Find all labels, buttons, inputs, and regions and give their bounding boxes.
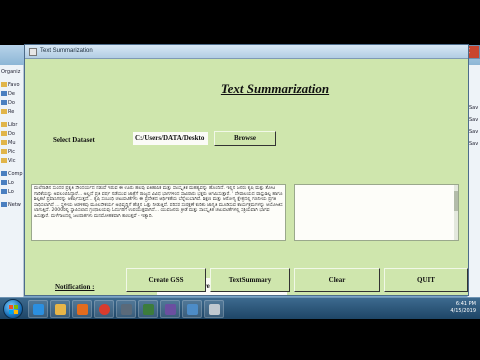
clock[interactable]: 6:41 PM 4/15/2019 (450, 301, 476, 315)
summary-text-area[interactable] (294, 184, 459, 241)
chrome-icon (99, 304, 110, 315)
select-dataset-label: Select Dataset (53, 136, 95, 144)
internet-explorer-icon (33, 304, 44, 315)
nav-item-local-disk[interactable]: Lo (1, 179, 23, 187)
music-icon (1, 140, 7, 145)
taskbar-chrome[interactable] (94, 300, 114, 318)
desktop-icon (1, 91, 7, 96)
taskbar-app[interactable] (182, 300, 202, 318)
quit-button[interactable]: QUIT (384, 268, 468, 292)
clear-button[interactable]: Clear (294, 268, 380, 292)
taskbar-app[interactable] (138, 300, 158, 318)
system-tray[interactable]: 6:41 PM 4/15/2019 (436, 298, 480, 320)
nav-item-favorites[interactable]: Favo (1, 81, 23, 89)
create-gss-button[interactable]: Create GSS (126, 268, 206, 292)
nav-item-pictures[interactable]: Pic (1, 148, 23, 156)
nav-item-local-disk[interactable]: Lo (1, 188, 23, 196)
windows-logo-icon (9, 305, 18, 314)
file-type-label: Sav (469, 141, 479, 147)
nav-item-label: Lo (8, 180, 14, 186)
nav-item-label: De (8, 91, 15, 97)
nav-item-label: Vic (8, 158, 16, 164)
app-body: Text Summarization Select Dataset C:/Use… (25, 59, 468, 295)
terminal-icon (121, 304, 132, 315)
star-icon (1, 82, 7, 87)
browse-button[interactable]: Browse (214, 131, 276, 146)
nav-item-label: Re (8, 109, 15, 115)
disk-icon (1, 189, 7, 194)
file-type-label: Sav (469, 117, 479, 123)
nav-item-music[interactable]: Mu (1, 139, 23, 147)
screen: – □ ✕ Organiz Favo De Do Re Libr Do Mu P… (0, 0, 480, 360)
download-icon (1, 100, 7, 105)
nav-item-label: Organiz (1, 69, 21, 75)
media-player-icon (77, 304, 88, 315)
summary-scrollbar[interactable] (454, 185, 458, 240)
notification-label: Notification : (55, 283, 95, 291)
nav-item-computer[interactable]: Comp (1, 170, 23, 178)
page-title: Text Summarization (220, 81, 330, 96)
clock-time: 6:41 PM (455, 301, 476, 307)
start-button[interactable] (3, 299, 23, 319)
nav-item-label: Mu (8, 140, 16, 146)
network-icon (1, 202, 7, 207)
nav-item-label: Comp (8, 171, 23, 177)
nav-item-label: Libr (8, 122, 18, 128)
nav-item-label: Lo (8, 189, 14, 195)
recent-icon (1, 109, 7, 114)
nav-item-documents[interactable]: Do (1, 130, 23, 138)
taskbar-ie[interactable] (28, 300, 48, 318)
picture-icon (1, 149, 7, 154)
nav-item-label: Do (8, 100, 15, 106)
clock-date: 4/15/2019 (450, 308, 476, 314)
nav-item-libraries[interactable]: Libr (1, 121, 23, 129)
nav-item-recent[interactable]: Re (1, 108, 23, 116)
taskbar-app[interactable] (116, 300, 136, 318)
explorer-nav-pane: Organiz Favo De Do Re Libr Do Mu Pic Vic… (0, 65, 24, 297)
app-icon (143, 304, 154, 315)
file-type-label: Sav (469, 105, 479, 111)
nav-item-videos[interactable]: Vic (1, 157, 23, 165)
folder-icon (55, 304, 66, 315)
nav-item-label: Pic (8, 149, 16, 155)
library-icon (1, 122, 7, 127)
video-icon (1, 158, 7, 163)
app-icon (209, 304, 220, 315)
taskbar-media[interactable] (72, 300, 92, 318)
taskbar-app[interactable] (204, 300, 224, 318)
app-window-title: Text Summarization (40, 48, 93, 54)
document-icon (1, 131, 7, 136)
app-window-icon (29, 48, 37, 56)
file-type-label: Sav (469, 129, 479, 135)
nav-item-organize[interactable]: Organiz (1, 68, 23, 76)
summary-scrollbar-thumb[interactable] (454, 191, 458, 211)
nav-item-network[interactable]: Netw (1, 201, 23, 209)
app-titlebar[interactable]: Text Summarization (25, 45, 468, 59)
text-summary-button[interactable]: TextSummary (210, 268, 290, 292)
taskbar: 6:41 PM 4/15/2019 (0, 297, 480, 319)
nav-item-label: Netw (8, 202, 21, 208)
input-text-area[interactable]: ಮಲೆನಾಡಿನ ಸುಂದರ ಪ್ರಕೃತಿ ಸೌಂದರ್ಯದ ನಡುವೆ ಇರ… (31, 184, 286, 241)
feather-icon (187, 304, 198, 315)
computer-icon (1, 171, 7, 176)
taskbar-explorer[interactable] (50, 300, 70, 318)
disk-icon (1, 180, 7, 185)
nav-item-label: Do (8, 131, 15, 137)
app-icon (165, 304, 176, 315)
nav-item-desktop[interactable]: De (1, 90, 23, 98)
dataset-path-field[interactable]: C:/Users/DATA/Deskto (133, 132, 208, 145)
taskbar-app[interactable] (160, 300, 180, 318)
letterbox-bottom (0, 319, 480, 360)
text-summarization-window: Text Summarization Text Summarization Se… (24, 44, 469, 296)
nav-item-label: Favo (8, 82, 20, 88)
nav-item-downloads[interactable]: Do (1, 99, 23, 107)
